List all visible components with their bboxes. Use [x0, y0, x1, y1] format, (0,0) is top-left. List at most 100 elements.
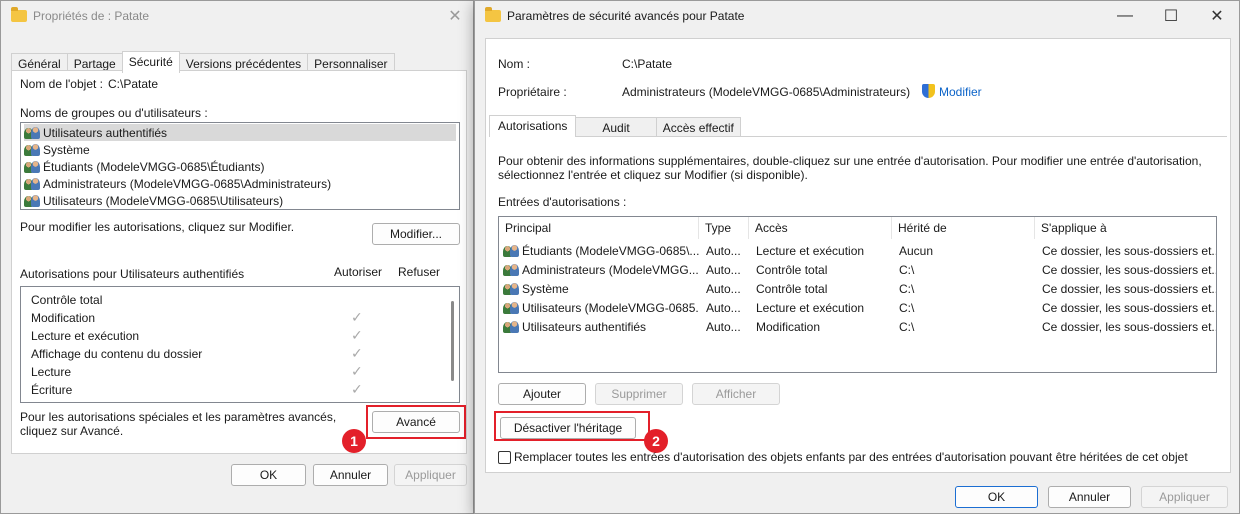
- entry-access: Contrôle total: [756, 281, 828, 296]
- col-type[interactable]: Type: [699, 217, 749, 239]
- apply-button[interactable]: Appliquer: [394, 464, 467, 486]
- permission-name: Écriture: [31, 383, 73, 397]
- advanced-main-panel: Nom : C:\Patate Propriétaire : Administr…: [485, 38, 1231, 473]
- info-text: Pour obtenir des informations supplément…: [498, 154, 1202, 182]
- group-item[interactable]: Utilisateurs (ModeleVMGG-0685\Utilisateu…: [24, 192, 283, 209]
- apply-button[interactable]: Appliquer: [1141, 486, 1228, 508]
- allow-check-icon: ✓: [351, 345, 363, 361]
- entry-principal: Administrateurs (ModeleVMGG...: [522, 262, 699, 277]
- col-access[interactable]: Accès: [749, 217, 892, 239]
- entry-access: Modification: [756, 319, 821, 334]
- advanced-title: Paramètres de sécurité avancés pour Pata…: [507, 9, 745, 23]
- object-label: Nom de l'objet :: [20, 77, 103, 91]
- tab-permissions[interactable]: Autorisations: [489, 115, 577, 137]
- allow-check-icon: ✓: [351, 381, 363, 397]
- entry-type: Auto...: [706, 262, 741, 277]
- permission-name: Lecture et exécution: [31, 329, 140, 343]
- group-name: Utilisateurs authentifiés: [43, 125, 168, 140]
- uac-shield-icon: [922, 84, 935, 98]
- entry-inherited: C:\: [899, 262, 915, 277]
- users-icon: [503, 301, 519, 314]
- view-button[interactable]: Afficher: [692, 383, 780, 405]
- entry-type: Auto...: [706, 243, 741, 258]
- group-name: Administrateurs (ModeleVMGG-0685\Adminis…: [43, 176, 332, 191]
- advanced-tabs: Autorisations Audit Accès effectif: [489, 115, 741, 137]
- maximize-icon[interactable]: ☐: [1151, 1, 1191, 31]
- cancel-button[interactable]: Annuler: [1048, 486, 1131, 508]
- entry-principal: Utilisateurs (ModeleVMGG-0685...: [522, 300, 699, 315]
- group-name: Étudiants (ModeleVMGG-0685\Étudiants): [43, 159, 265, 174]
- step-badge: 1: [342, 429, 366, 453]
- users-icon: [503, 263, 519, 276]
- col-principal[interactable]: Principal: [499, 217, 699, 239]
- users-icon: [24, 160, 40, 173]
- table-row[interactable]: Étudiants (ModeleVMGG-0685\... Auto... L…: [499, 241, 1216, 260]
- table-row[interactable]: Utilisateurs authentifiés Auto... Modifi…: [499, 317, 1216, 336]
- entry-applies: Ce dossier, les sous-dossiers et...: [1042, 281, 1216, 296]
- permission-name: Modification: [31, 311, 96, 325]
- modify-button[interactable]: Modifier...: [372, 223, 460, 245]
- tab-effective-access[interactable]: Accès effectif: [655, 117, 741, 137]
- entries-table: Principal Type Accès Hérité de S'appliqu…: [498, 216, 1217, 373]
- table-row[interactable]: Administrateurs (ModeleVMGG... Auto... C…: [499, 260, 1216, 279]
- add-button[interactable]: Ajouter: [498, 383, 586, 405]
- group-item[interactable]: Système: [24, 141, 90, 158]
- entry-principal: Utilisateurs authentifiés: [522, 319, 647, 334]
- entry-applies: Ce dossier, les sous-dossiers et...: [1042, 262, 1216, 277]
- owner-change-link[interactable]: Modifier: [922, 84, 982, 99]
- security-panel: Nom de l'objet : C:\Patate Noms de group…: [11, 70, 467, 454]
- entry-inherited: C:\: [899, 300, 915, 315]
- deny-header: Refuser: [398, 265, 441, 279]
- users-icon: [503, 282, 519, 295]
- tab-security[interactable]: Sécurité: [121, 51, 180, 73]
- entry-inherited: C:\: [899, 319, 915, 334]
- folder-icon: [485, 7, 501, 22]
- folder-icon: [11, 7, 27, 22]
- tab-audit[interactable]: Audit: [575, 117, 657, 137]
- replace-child-checkbox[interactable]: [498, 451, 511, 464]
- allow-check-icon: ✓: [351, 327, 363, 343]
- replace-child-label[interactable]: Remplacer toutes les entrées d'autorisat…: [514, 450, 1188, 464]
- properties-window: Propriétés de : Patate ✕ Général Partage…: [0, 0, 474, 514]
- special-hint: Pour les autorisations spéciales et les …: [20, 410, 337, 438]
- owner-change-text: Modifier: [939, 85, 982, 99]
- entry-access: Lecture et exécution: [756, 300, 865, 315]
- groups-label: Noms de groupes ou d'utilisateurs :: [20, 106, 208, 120]
- entry-inherited: Aucun: [899, 243, 934, 258]
- modify-hint: Pour modifier les autorisations, cliquez…: [20, 220, 295, 234]
- group-item[interactable]: Utilisateurs authentifiés: [24, 124, 456, 141]
- tab-divider: [489, 136, 1227, 137]
- scrollbar[interactable]: [451, 301, 454, 381]
- entry-access: Contrôle total: [756, 262, 828, 277]
- table-row[interactable]: Système Auto... Contrôle total C:\ Ce do…: [499, 279, 1216, 298]
- entry-applies: Ce dossier, les sous-dossiers et...: [1042, 300, 1216, 315]
- col-inherited[interactable]: Hérité de: [892, 217, 1035, 239]
- users-icon: [24, 143, 40, 156]
- cancel-button[interactable]: Annuler: [313, 464, 388, 486]
- groups-list[interactable]: Utilisateurs authentifiés Système Étudia…: [20, 122, 460, 210]
- group-item[interactable]: Administrateurs (ModeleVMGG-0685\Adminis…: [24, 175, 331, 192]
- users-icon: [24, 194, 40, 207]
- entry-access: Lecture et exécution: [756, 243, 865, 258]
- group-item[interactable]: Étudiants (ModeleVMGG-0685\Étudiants): [24, 158, 264, 175]
- permissions-title: Autorisations pour Utilisateurs authenti…: [20, 267, 245, 281]
- entry-inherited: C:\: [899, 281, 915, 296]
- remove-button[interactable]: Supprimer: [595, 383, 683, 405]
- minimize-icon[interactable]: —: [1105, 1, 1145, 31]
- close-icon[interactable]: ✕: [1197, 1, 1237, 31]
- col-applies[interactable]: S'applique à: [1035, 217, 1218, 239]
- close-icon[interactable]: ✕: [435, 1, 475, 31]
- ok-button[interactable]: OK: [955, 486, 1038, 508]
- permissions-list: Contrôle total Modification ✓ Lecture et…: [20, 286, 460, 403]
- users-icon: [503, 244, 519, 257]
- table-row[interactable]: Utilisateurs (ModeleVMGG-0685... Auto...…: [499, 298, 1216, 317]
- ok-button[interactable]: OK: [231, 464, 306, 486]
- highlight-box: [366, 405, 466, 439]
- users-icon: [24, 177, 40, 190]
- allow-header: Autoriser: [334, 265, 383, 279]
- object-value: C:\Patate: [108, 77, 159, 91]
- name-value: C:\Patate: [622, 57, 673, 71]
- highlight-box: [494, 411, 650, 441]
- properties-title: Propriétés de : Patate: [33, 9, 150, 23]
- entry-type: Auto...: [706, 300, 741, 315]
